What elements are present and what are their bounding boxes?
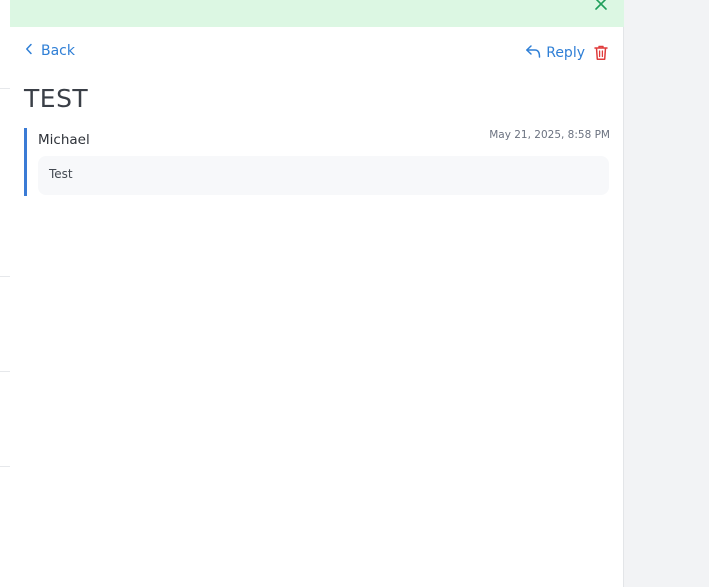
back-button[interactable]: Back: [25, 43, 75, 59]
trash-icon[interactable]: [593, 44, 609, 61]
back-label: Back: [41, 43, 75, 59]
message-body: Test: [38, 156, 609, 195]
close-icon[interactable]: [594, 0, 608, 10]
list-divider: [0, 276, 10, 277]
list-divider: [0, 466, 10, 467]
reply-label: Reply: [546, 45, 585, 61]
message-sender: Michael: [38, 132, 90, 148]
message-timestamp: May 21, 2025, 8:58 PM: [489, 129, 610, 141]
thread-title: TEST: [24, 84, 89, 113]
message-item: Michael May 21, 2025, 8:58 PM Test: [24, 128, 610, 196]
list-divider: [0, 88, 10, 89]
list-divider: [0, 371, 10, 372]
reply-icon: [525, 43, 541, 63]
message-detail-panel: Back Reply TEST Michael May 21, 2025, 8:…: [10, 0, 624, 587]
reply-button[interactable]: Reply: [525, 43, 585, 63]
chevron-left-icon: [25, 43, 33, 59]
success-banner: [10, 0, 624, 27]
